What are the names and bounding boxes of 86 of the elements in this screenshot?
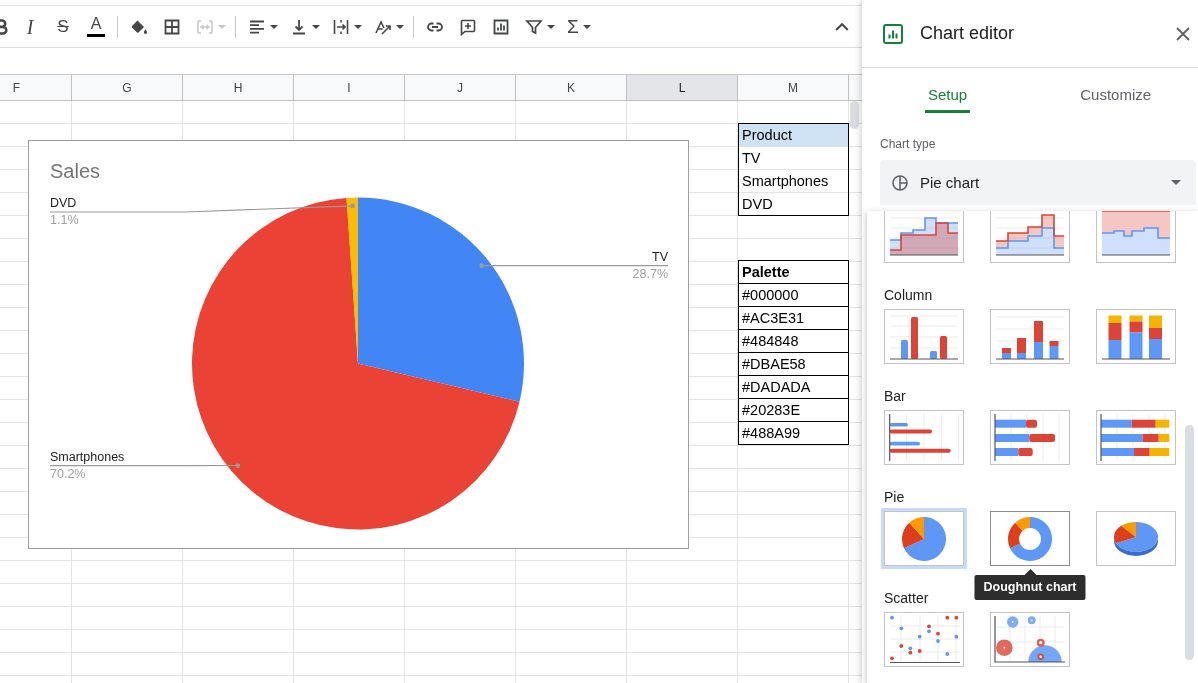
column-header[interactable]: H: [183, 75, 294, 100]
section-label: Scatter: [884, 589, 929, 608]
tooltip: Doughnut chart: [974, 575, 1086, 600]
table-cell: #000000: [738, 283, 849, 307]
doughnut-chart-icon: [990, 511, 1070, 566]
text-wrap-icon: [332, 17, 350, 36]
caret-down-icon: [312, 24, 320, 29]
caret-down-icon: [1171, 180, 1181, 185]
chart-icon: [492, 17, 510, 36]
section-label: Column: [884, 286, 933, 305]
chart-type-option[interactable]: [881, 508, 967, 569]
full-stacked-column-chart-icon: [1096, 309, 1176, 364]
chart-type-option[interactable]: [881, 211, 967, 266]
chart-type-option[interactable]: [1093, 306, 1179, 367]
bold-icon: [0, 17, 9, 36]
full-stacked-bar-chart-icon: [1096, 410, 1176, 465]
bubble-chart-icon: [990, 612, 1070, 667]
strikethrough-button[interactable]: S: [49, 12, 77, 41]
chart-type-option[interactable]: [1093, 508, 1179, 569]
tooltip-arrow-icon: [1024, 569, 1036, 575]
field-label: Chart type: [880, 136, 936, 152]
caret-down-icon: [354, 24, 362, 29]
chart-type-option[interactable]: [987, 306, 1073, 367]
scrollbar-thumb[interactable]: [1185, 425, 1194, 660]
bar-chart-icon: [884, 410, 964, 465]
3d-pie-chart-icon: [1096, 511, 1176, 566]
caret-down-icon: [547, 24, 555, 29]
pie-chart-icon: [892, 174, 908, 191]
chart-icon: [883, 23, 903, 44]
slice-label: DVD: [50, 196, 77, 210]
percentage-label: 1.1%: [50, 213, 79, 227]
chart-type-option[interactable]: [881, 609, 967, 670]
chevron-up-icon: [835, 22, 849, 31]
percentage-label: 28.7%: [632, 266, 668, 281]
column-header[interactable]: F: [0, 75, 72, 100]
table-cell: #DADADA: [738, 375, 849, 399]
functions-button[interactable]: Σ: [562, 12, 593, 41]
chart-type-option[interactable]: [881, 407, 967, 468]
column-chart-icon: [884, 309, 964, 364]
align-bottom-icon: [290, 17, 308, 36]
table-cell: #AC3E31: [738, 306, 849, 330]
chart-type-dropdown[interactable]: Pie chart: [880, 160, 1196, 205]
italic-button[interactable]: I: [16, 12, 44, 41]
percentage-label: 70.2%: [50, 466, 86, 481]
pie-chart-icon: [884, 511, 964, 566]
chart-type-option[interactable]: [987, 211, 1073, 266]
slice-label: Smartphones: [50, 449, 125, 464]
section-label: Bar: [884, 387, 906, 406]
tab[interactable]: Setup: [925, 86, 971, 113]
caret-down-icon: [270, 24, 278, 29]
caret-down-icon: [396, 24, 404, 29]
stacked-column-chart-icon: [990, 309, 1070, 364]
tab[interactable]: Customize: [1077, 86, 1155, 113]
column-header[interactable]: I: [294, 75, 405, 100]
table-cell: #488A99: [738, 421, 849, 445]
table-header-cell: Product: [739, 124, 848, 147]
panel-title: Chart editor: [920, 23, 1015, 44]
chart-type-option[interactable]: [1093, 407, 1179, 468]
scatter-chart-icon: [884, 612, 964, 667]
column-header[interactable]: G: [72, 75, 183, 100]
table-cell: #484848: [738, 329, 849, 353]
grid-icon: [163, 17, 181, 36]
table-cell: #DBAE58: [738, 352, 849, 376]
column-header[interactable]: J: [405, 75, 516, 100]
table-header-cell: Palette: [738, 260, 849, 284]
slice-label: TV: [652, 249, 668, 264]
stacked-bar-chart-icon: [990, 410, 1070, 465]
column-header[interactable]: M: [738, 75, 849, 100]
comment-icon: [459, 17, 477, 36]
caret-down-icon: [218, 24, 226, 29]
table-cell: #20283E: [738, 398, 849, 422]
scrollbar-thumb[interactable]: [850, 101, 859, 129]
chart-title: Sales: [50, 160, 101, 182]
close-icon: [1176, 26, 1190, 41]
section-label: Pie: [884, 488, 905, 507]
text-color-button[interactable]: A: [82, 12, 110, 41]
color-bar-icon: [87, 34, 105, 37]
caret-down-icon: [582, 24, 591, 29]
merge-icon: [196, 17, 214, 36]
column-header[interactable]: L: [627, 75, 738, 100]
chart-type-option[interactable]: [881, 306, 967, 367]
chart-type-option[interactable]: [987, 508, 1073, 569]
filter-icon: [525, 17, 543, 36]
chart-type-option[interactable]: [1093, 211, 1179, 266]
chart-type-option[interactable]: [987, 609, 1073, 670]
chart-type-option[interactable]: [987, 407, 1073, 468]
